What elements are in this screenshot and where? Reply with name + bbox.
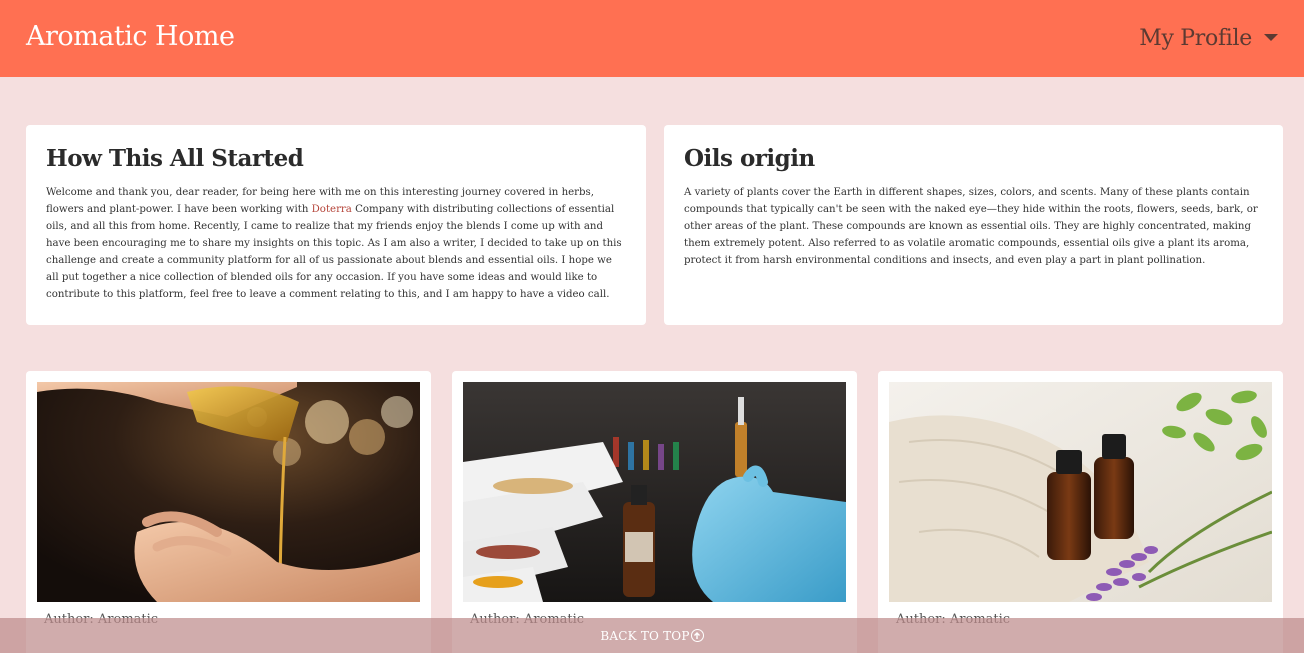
intro-card-text: A variety of plants cover the Earth in d… xyxy=(684,187,1258,266)
intro-card-oils-origin: Oils origin A variety of plants cover th… xyxy=(664,125,1283,325)
my-profile-label: My Profile xyxy=(1139,26,1252,51)
brand-logo[interactable]: Aromatic Home xyxy=(26,21,235,52)
lab-dropper-photo xyxy=(463,382,846,602)
bottles-lavender-photo xyxy=(889,382,1272,602)
my-profile-dropdown[interactable]: My Profile xyxy=(1139,26,1278,51)
back-to-top-label: BACK TO TOP xyxy=(600,628,690,643)
intro-card-story: How This All Started Welcome and thank y… xyxy=(26,125,646,325)
arrow-up-circle-icon xyxy=(690,629,704,642)
navbar: Aromatic Home My Profile xyxy=(0,0,1304,77)
intro-card-text: Welcome and thank you, dear reader, for … xyxy=(46,187,622,300)
oil-pouring-photo xyxy=(37,382,420,602)
post-card[interactable]: Author: Aromatic xyxy=(26,371,431,653)
intro-card-title: Oils origin xyxy=(684,145,815,172)
post-image-bottles-lavender[interactable] xyxy=(889,382,1272,602)
post-card[interactable]: Author: Aromatic xyxy=(878,371,1283,653)
doterra-link[interactable]: Doterra xyxy=(312,204,352,215)
post-image-oil-pouring[interactable] xyxy=(37,382,420,602)
intro-card-title: How This All Started xyxy=(46,145,304,172)
post-card[interactable]: Author: Aromatic xyxy=(452,371,857,653)
post-image-lab-dropper[interactable] xyxy=(463,382,846,602)
caret-down-icon xyxy=(1264,34,1278,41)
back-to-top-button[interactable]: BACK TO TOP xyxy=(0,618,1304,653)
